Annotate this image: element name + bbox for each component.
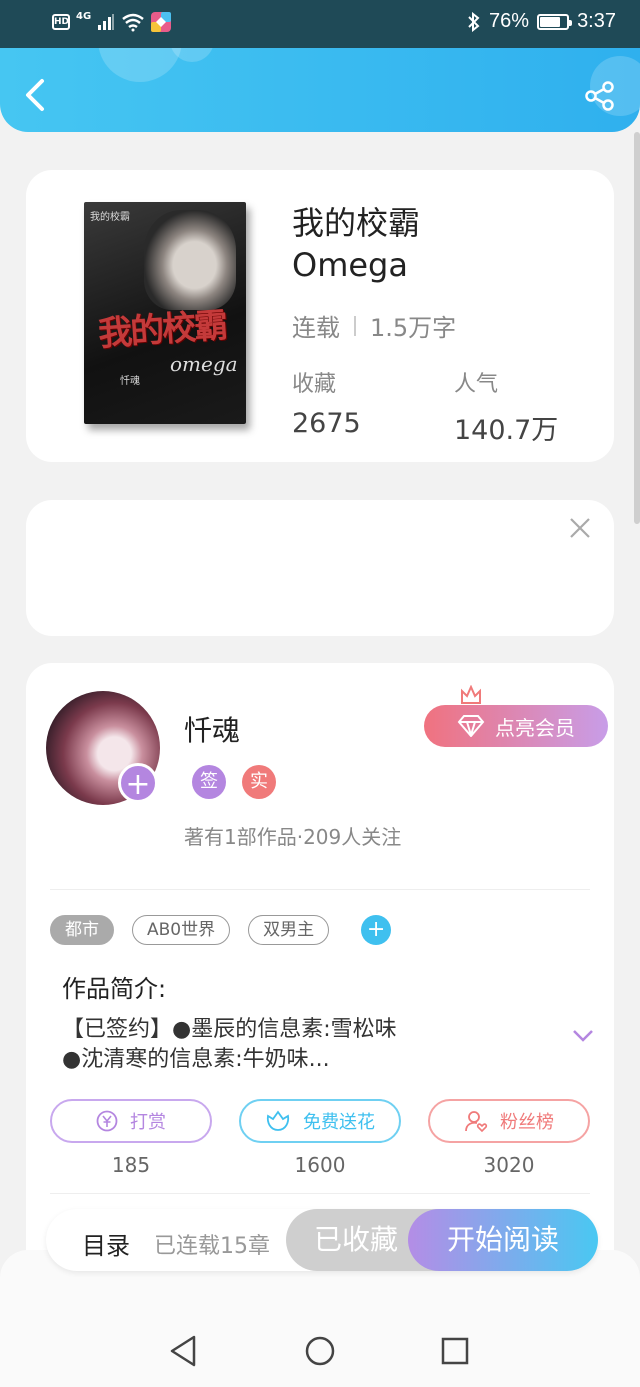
author-avatar-wrap[interactable]: + — [46, 691, 160, 805]
back-triangle-icon[interactable] — [168, 1334, 198, 1368]
bluetooth-icon — [468, 11, 480, 32]
diamond-icon — [457, 715, 485, 737]
verified-badge: 实 — [242, 765, 276, 799]
tip-count: 185 — [111, 1153, 151, 1177]
recents-square-icon[interactable] — [440, 1334, 470, 1368]
battery-icon — [537, 13, 573, 30]
toc-button[interactable]: 目录 — [82, 1226, 130, 1261]
tag-item[interactable]: 都市 — [50, 915, 114, 945]
wifi-icon — [122, 13, 144, 32]
status-bar: HD 4G 76% 3:37 — [0, 0, 640, 48]
close-icon[interactable] — [568, 516, 592, 540]
flower-icon — [266, 1110, 290, 1131]
signal-icon — [98, 14, 115, 30]
signed-badge: 签 — [192, 765, 226, 799]
author-stats: 著有1部作品·209人关注 — [184, 825, 402, 849]
divider — [50, 1193, 590, 1194]
collect-label: 收藏 — [292, 372, 337, 397]
tip-action: 打赏 185 — [50, 1099, 212, 1177]
book-meta: 连载 1.5万字 — [292, 308, 456, 343]
add-tag-button[interactable]: + — [361, 915, 392, 945]
send-flower-label: 免费送花 — [303, 1112, 375, 1133]
follow-button[interactable]: + — [118, 763, 158, 803]
back-icon[interactable] — [22, 78, 48, 112]
fan-ranking-label: 粉丝榜 — [500, 1112, 554, 1133]
clock: 3:37 — [577, 10, 616, 32]
crown-icon — [461, 685, 481, 704]
book-info-card: 我的校霸 我的校霸 omega 忏魂 我的校霸 Omega 连载 1.5万字 收… — [26, 170, 614, 462]
network-label: 4G — [76, 10, 92, 22]
home-circle-icon[interactable] — [304, 1334, 336, 1368]
tag-item[interactable]: AB0世界 — [132, 915, 231, 945]
word-count: 1.5万字 — [370, 314, 457, 342]
top-header — [0, 48, 640, 132]
yuan-icon — [96, 1110, 118, 1132]
tag-list: 都市 AB0世界 双男主 + — [50, 915, 392, 945]
popularity-stat: 人气 140.7万 — [454, 366, 558, 447]
collect-stat: 收藏 2675 — [292, 366, 361, 439]
support-actions: 打赏 185 免费送花 1600 粉丝榜 3020 — [50, 1099, 590, 1177]
vip-button[interactable]: 点亮会员 — [424, 705, 608, 747]
hd-icon: HD — [52, 14, 70, 30]
flower-count: 1600 — [294, 1153, 346, 1177]
app-notification-icon — [151, 12, 172, 32]
vip-button-label: 点亮会员 — [495, 715, 575, 740]
meta-divider — [354, 315, 356, 336]
fan-icon — [465, 1111, 488, 1133]
tip-label: 打赏 — [130, 1112, 166, 1133]
book-title-line2: Omega — [292, 246, 408, 284]
scrollbar[interactable] — [634, 132, 640, 524]
intro-line2: ●沈清寒的信息素:牛奶味... — [62, 1047, 330, 1072]
battery-percent: 76% — [489, 10, 530, 32]
author-badges: 签 实 — [192, 765, 276, 799]
book-title-line1: 我的校霸 — [292, 204, 421, 242]
send-flower-button[interactable]: 免费送花 — [239, 1099, 401, 1143]
cover-subtitle: omega — [170, 352, 238, 376]
chevron-down-icon[interactable] — [572, 1029, 594, 1043]
intro-text[interactable]: 【已签约】●墨辰的信息素:雪松味 ●沈清寒的信息素:牛奶味... — [62, 1015, 532, 1075]
cover-title: 我的校霸 — [97, 305, 228, 355]
book-status: 连载 — [292, 314, 340, 342]
fan-ranking-button[interactable]: 粉丝榜 — [428, 1099, 590, 1143]
author-name[interactable]: 忏魂 — [184, 709, 240, 749]
collect-value: 2675 — [292, 408, 361, 439]
intro-title: 作品简介: — [62, 975, 167, 1003]
tip-button[interactable]: 打赏 — [50, 1099, 212, 1143]
cover-title-small: 我的校霸 — [90, 212, 130, 223]
fans-count: 3020 — [483, 1153, 535, 1177]
book-cover[interactable]: 我的校霸 我的校霸 omega 忏魂 — [84, 202, 246, 424]
tag-item[interactable]: 双男主 — [248, 915, 330, 945]
start-reading-button[interactable]: 开始阅读 — [408, 1209, 598, 1271]
chapter-count[interactable]: 已连载15章 — [154, 1228, 270, 1260]
fans-action: 粉丝榜 3020 — [428, 1099, 590, 1177]
bottom-action-bar: 目录 已连载15章 已收藏 开始阅读 — [46, 1209, 598, 1271]
intro-line1: 【已签约】●墨辰的信息素:雪松味 — [62, 1017, 397, 1042]
popularity-label: 人气 — [454, 372, 499, 397]
ad-banner — [26, 500, 614, 636]
share-icon[interactable] — [584, 80, 616, 112]
book-title: 我的校霸 Omega — [292, 202, 592, 286]
cover-author: 忏魂 — [120, 376, 140, 387]
divider — [50, 889, 590, 890]
flower-action: 免费送花 1600 — [239, 1099, 401, 1177]
popularity-value: 140.7万 — [454, 415, 559, 446]
